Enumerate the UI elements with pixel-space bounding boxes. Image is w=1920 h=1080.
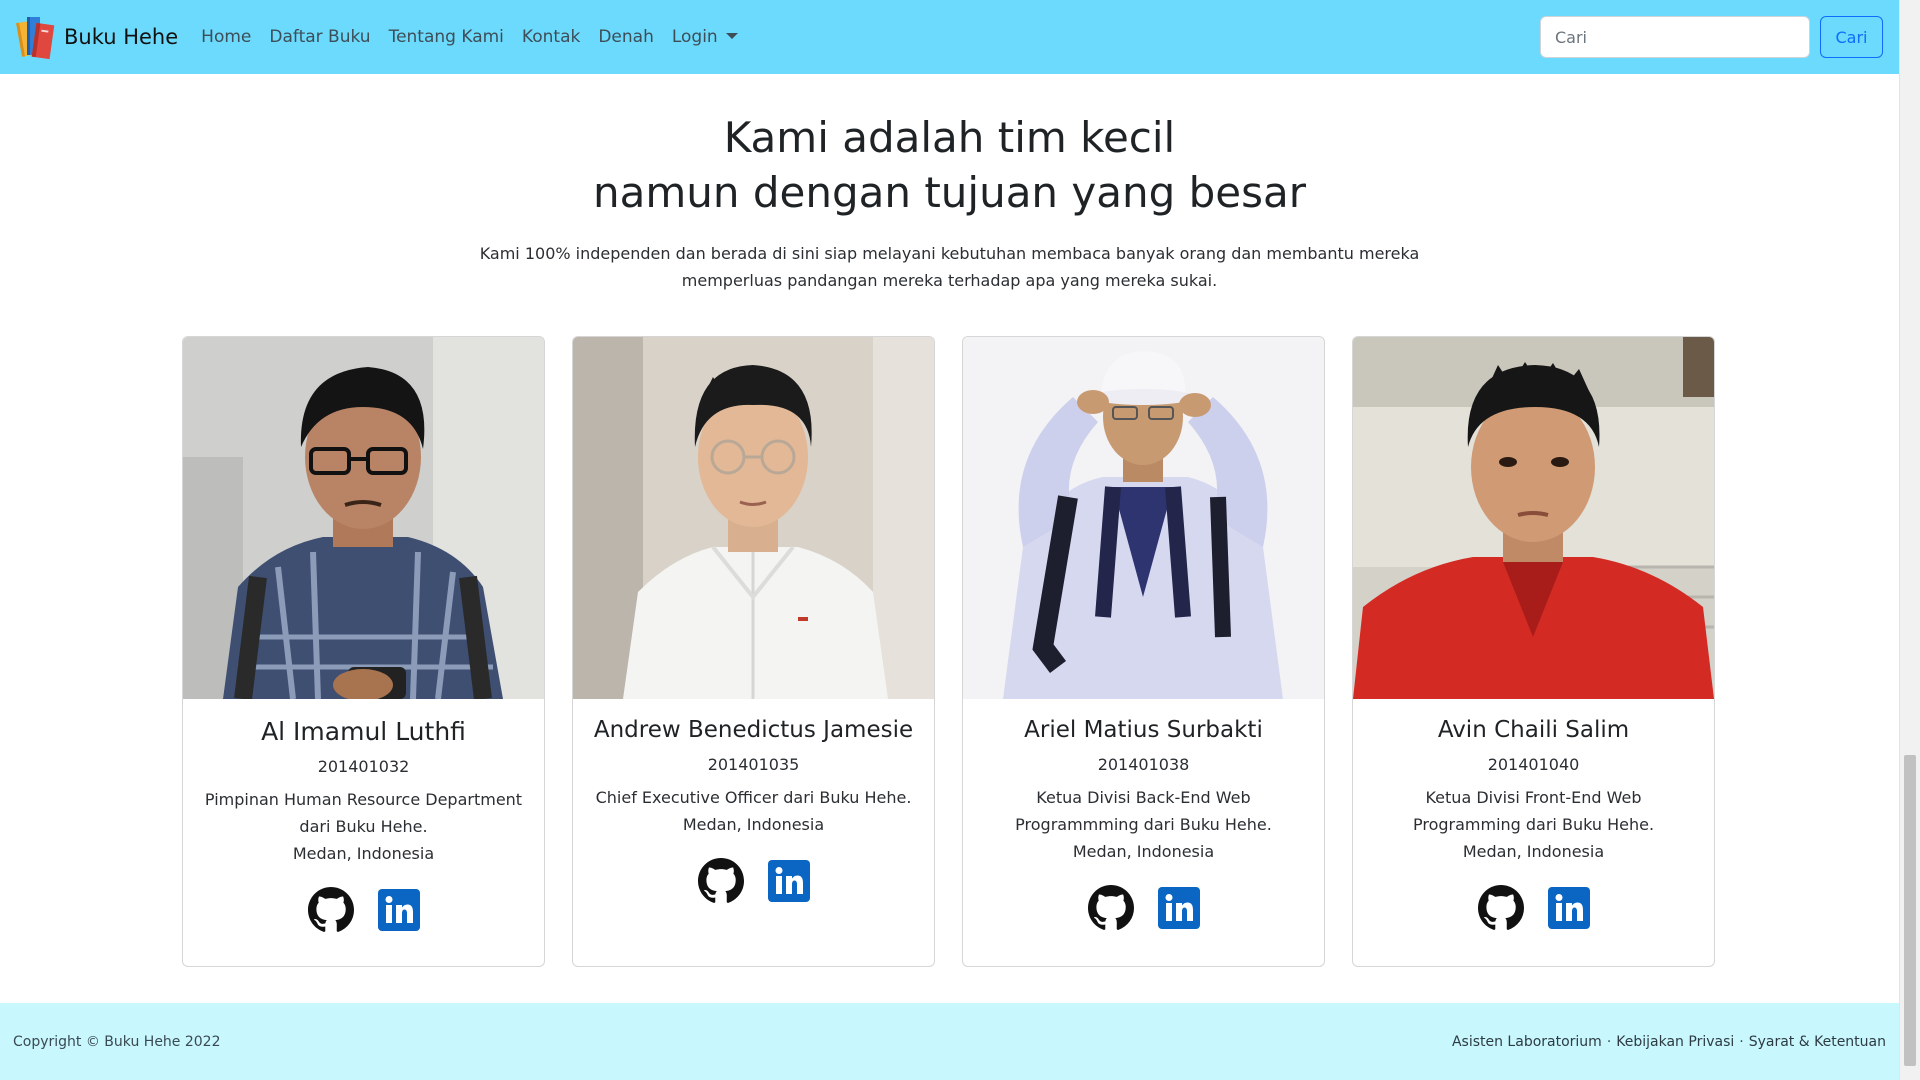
nav-kontak[interactable]: Kontak — [522, 27, 580, 47]
nav-links: Home Daftar Buku Tentang Kami Kontak Den… — [192, 27, 747, 47]
top-navbar: Buku Hehe Home Daftar Buku Tentang Kami … — [0, 0, 1899, 74]
github-icon — [1477, 885, 1524, 930]
hero-section: Kami adalah tim kecil namun dengan tujua… — [0, 110, 1899, 294]
github-link[interactable] — [1087, 885, 1158, 935]
github-icon — [307, 887, 354, 932]
brand-link[interactable]: Buku Hehe — [16, 14, 178, 60]
team-member-id: 201401040 — [1487, 755, 1580, 774]
search-button[interactable]: Cari — [1820, 16, 1883, 58]
team-member-name: Al Imamul Luthfi — [261, 717, 466, 746]
page-footer: Copyright © Buku Hehe 2022 Asisten Labor… — [0, 1003, 1899, 1080]
search-form: Cari — [1540, 16, 1883, 58]
login-label: Login — [671, 27, 718, 47]
footer-separator: · — [1739, 1033, 1744, 1050]
team-member-role: Ketua Divisi Front-End Web Programming d… — [1412, 788, 1655, 834]
team-member-location: Medan, Indonesia — [1072, 842, 1215, 861]
team-member-role: Pimpinan Human Resource Department dari … — [204, 790, 523, 836]
team-member-location: Medan, Indonesia — [1462, 842, 1605, 861]
hero-description: Kami 100% independen dan berada di sini … — [479, 244, 1420, 290]
github-icon — [697, 858, 744, 903]
team-member-id: 201401035 — [707, 755, 800, 774]
page: Buku Hehe Home Daftar Buku Tentang Kami … — [0, 0, 1899, 1080]
social-links — [963, 885, 1324, 935]
linkedin-icon — [767, 860, 810, 902]
hero-title-line-1: Kami adalah tim kecil — [723, 113, 1176, 162]
social-links — [573, 858, 934, 908]
footer-separator: · — [1606, 1033, 1612, 1050]
team-member-id: 201401032 — [317, 757, 410, 776]
team-card: Ariel Matius Surbakti 201401038 Ketua Di… — [962, 336, 1325, 967]
team-card: Al Imamul Luthfi 201401032 Pimpinan Huma… — [182, 336, 545, 967]
linkedin-link[interactable] — [1547, 887, 1590, 933]
nav-home[interactable]: Home — [201, 27, 251, 47]
linkedin-link[interactable] — [1157, 887, 1200, 933]
team-card: Andrew Benedictus Jamesie 201401035 Chie… — [572, 336, 935, 967]
team-member-photo — [573, 337, 934, 699]
team-member-name: Ariel Matius Surbakti — [1024, 717, 1263, 743]
team-member-name: Andrew Benedictus Jamesie — [593, 717, 914, 743]
hero-title-line-2: namun dengan tujuan yang besar — [592, 168, 1307, 217]
chevron-down-icon — [725, 33, 738, 39]
team-card: Avin Chaili Salim 201401040 Ketua Divisi… — [1352, 336, 1715, 967]
brand-name: Buku Hehe — [64, 25, 179, 49]
github-icon — [1087, 885, 1134, 930]
team-member-location: Medan, Indonesia — [292, 844, 435, 863]
linkedin-icon — [1547, 887, 1590, 929]
linkedin-link[interactable] — [767, 860, 810, 906]
footer-link-syarat-ketentuan[interactable]: Syarat & Ketentuan — [1749, 1034, 1886, 1050]
nav-tentang-kami[interactable]: Tentang Kami — [389, 27, 504, 47]
login-dropdown[interactable]: Login — [672, 27, 738, 47]
footer-link-kebijakan-privasi[interactable]: Kebijakan Privasi — [1616, 1034, 1734, 1050]
team-cards: Al Imamul Luthfi 201401032 Pimpinan Huma… — [182, 336, 1715, 967]
hero-title: Kami adalah tim kecil namun dengan tujua… — [0, 110, 1899, 220]
github-link[interactable] — [697, 858, 768, 908]
nav-daftar-buku[interactable]: Daftar Buku — [269, 27, 370, 47]
github-link[interactable] — [307, 887, 378, 937]
social-links — [1353, 885, 1714, 935]
footer-link-asisten-laboratorium[interactable]: Asisten Laboratorium — [1452, 1034, 1602, 1050]
page-scrollbar[interactable] — [1899, 0, 1920, 1080]
team-member-photo — [183, 337, 544, 699]
github-link[interactable] — [1477, 885, 1548, 935]
footer-links: Asisten Laboratorium · Kebijakan Privasi… — [1452, 1034, 1886, 1050]
team-member-role: Ketua Divisi Back-End Web Programmming d… — [1015, 788, 1272, 834]
linkedin-icon — [1157, 887, 1200, 929]
team-member-name: Avin Chaili Salim — [1437, 717, 1630, 743]
linkedin-link[interactable] — [377, 889, 420, 935]
book-stack-logo-icon — [16, 17, 55, 60]
copyright-text: Copyright © Buku Hehe 2022 — [13, 1033, 221, 1050]
team-member-id: 201401038 — [1097, 755, 1190, 774]
social-links — [183, 887, 544, 937]
team-member-location: Medan, Indonesia — [682, 815, 825, 834]
linkedin-icon — [377, 889, 420, 931]
scrollbar-thumb[interactable] — [1904, 755, 1916, 1066]
search-input[interactable] — [1540, 16, 1810, 58]
team-member-role: Chief Executive Officer dari Buku Hehe. — [595, 788, 912, 807]
team-member-photo — [963, 337, 1324, 699]
team-member-photo — [1353, 337, 1714, 699]
nav-denah[interactable]: Denah — [598, 27, 654, 47]
